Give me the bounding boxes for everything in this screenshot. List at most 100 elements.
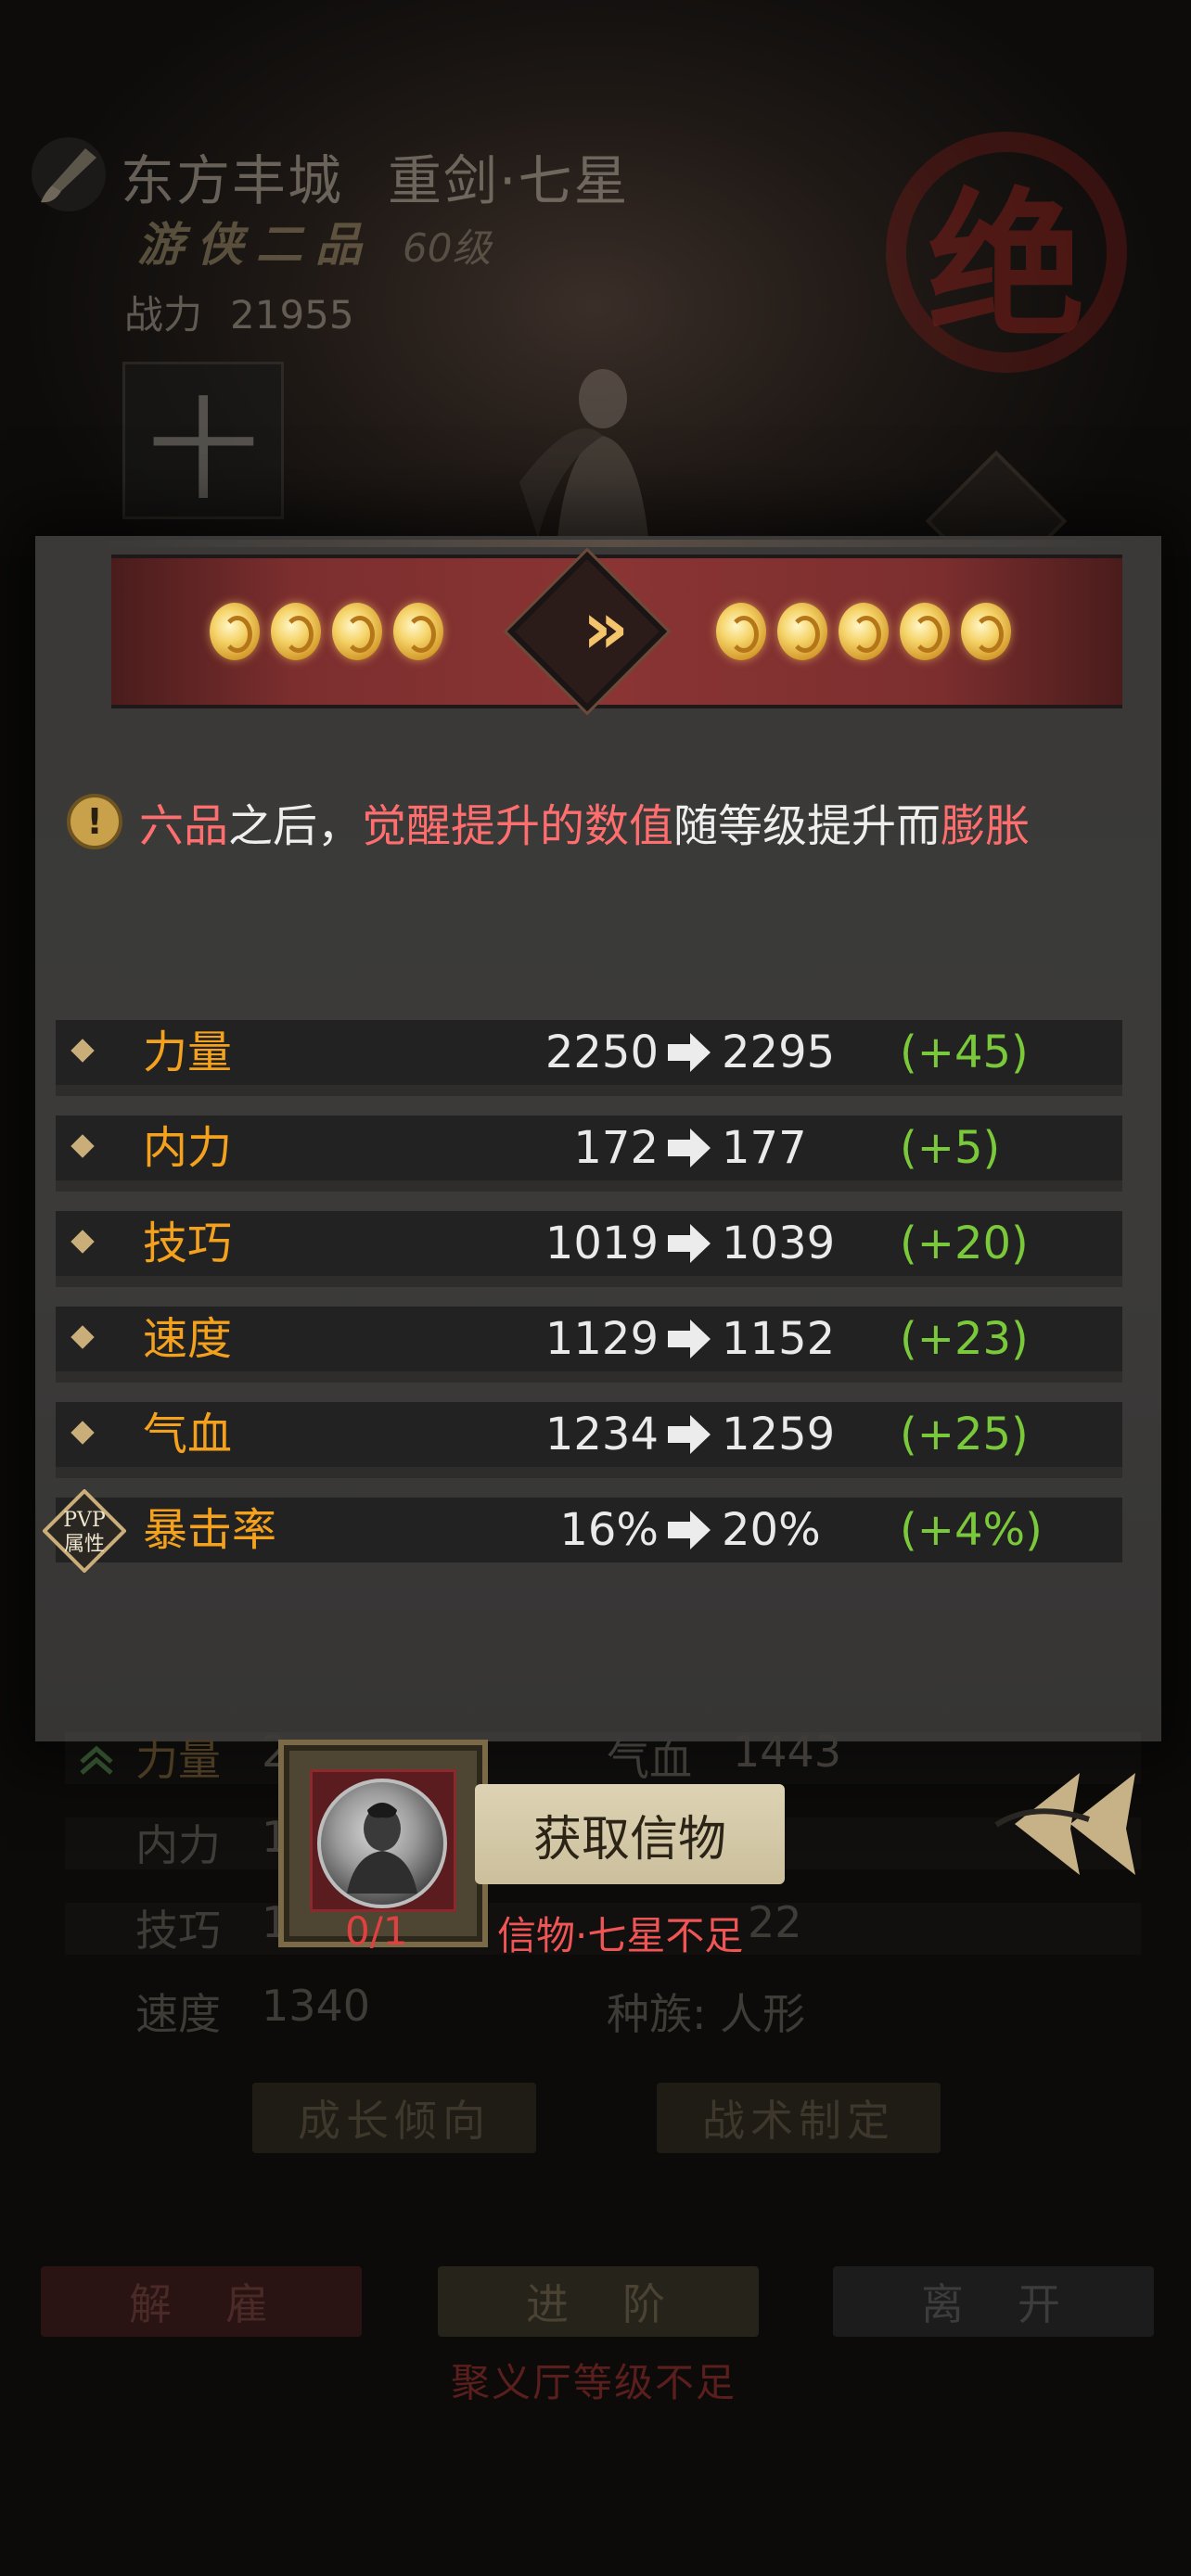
rank-label: 游侠二品 (137, 217, 375, 272)
character-name: 重剑·七星 (388, 149, 630, 212)
pvp-badge-icon: PVP 属性 (43, 1489, 126, 1573)
awaken-star-icon (271, 603, 321, 660)
plus-icon: 十 (147, 387, 259, 516)
awaken-star-icon (393, 603, 443, 660)
stat-current: 1234 (544, 1409, 659, 1460)
token-avatar-icon (317, 1779, 447, 1908)
stat-current: 1129 (544, 1313, 659, 1365)
pvp-badge-line1: PVP (63, 1509, 106, 1532)
awaken-star-icon (332, 603, 382, 660)
stat-row-crit-rate: 暴击率 16% 20% (+4%) (56, 1498, 1122, 1562)
stat-row-hp: 气血 1234 1259 (+25) (56, 1402, 1122, 1467)
stat-current: 172 (573, 1122, 659, 1174)
token-count: 0/1 (345, 1908, 408, 1954)
stat-current: 16% (559, 1504, 659, 1556)
stat-name: 气血 (143, 1409, 233, 1460)
notice-part-5: 膨胀 (941, 800, 1031, 852)
right-arrow-icon (668, 1415, 711, 1454)
grade-seal-char: 绝 (927, 173, 1085, 359)
bg-race-label: 种族: 人形 (607, 1989, 806, 2039)
awaken-star-icon (961, 603, 1011, 660)
row-separator (56, 1276, 1122, 1287)
diamond-bullet-icon (70, 1039, 95, 1063)
right-arrow-icon (668, 1033, 711, 1072)
bg-hp-value: 1443 (733, 1727, 842, 1777)
grade-seal-icon: 绝 (886, 132, 1127, 373)
notice-part-3: 觉醒提升的数值 (362, 800, 674, 852)
requirement-warning: 聚义厅等级不足 (451, 2360, 737, 2405)
right-arrow-icon (668, 1129, 711, 1167)
tactics-button[interactable]: 战术制定 (657, 2083, 941, 2153)
banner-divider (100, 540, 1130, 547)
stat-next: 2295 (722, 1027, 836, 1078)
stat-name: 速度 (143, 1313, 233, 1365)
stat-current: 2250 (544, 1027, 659, 1078)
awaken-star-icon (210, 603, 260, 660)
exclamation-icon: ! (67, 794, 122, 849)
stat-row-skill: 技巧 1019 1039 (+20) (56, 1211, 1122, 1276)
row-separator (56, 1371, 1122, 1383)
stat-row-inner-power: 内力 172 177 (+5) (56, 1116, 1122, 1180)
growth-tendency-button[interactable]: 成长倾向 (252, 2083, 536, 2153)
chevron-up-icon (80, 1745, 113, 1775)
bg-hp-label: 气血 (607, 1735, 692, 1785)
equip-slot-button[interactable]: 十 (122, 362, 284, 519)
diamond-bullet-icon (70, 1230, 95, 1254)
power-value: 21955 (230, 292, 354, 338)
stat-next: 1259 (722, 1409, 836, 1460)
notice-part-1: 六品 (139, 800, 229, 852)
character-title: 东方丰城 重剑·七星 (121, 137, 629, 215)
awaken-star-icon (716, 603, 766, 660)
diamond-bullet-icon (70, 1134, 95, 1158)
stat-name: 暴击率 (143, 1504, 277, 1556)
bg-speed-label: 速度 (135, 1989, 221, 2039)
stat-next: 177 (722, 1122, 807, 1174)
stat-next: 20% (722, 1504, 821, 1556)
brush-icon (32, 137, 106, 211)
combat-power: 战力 21955 (124, 284, 354, 340)
row-separator (56, 1467, 1122, 1478)
double-chevron-left-icon[interactable] (978, 1764, 1145, 1884)
notice-part-2: 之后， (228, 800, 363, 852)
pvp-badge-line2: 属性 (64, 1533, 105, 1556)
awaken-star-icon (900, 603, 950, 660)
dismiss-button[interactable]: 解 雇 (41, 2266, 362, 2337)
notice-part-4: 随等级提升而 (673, 800, 941, 852)
stat-row-strength: 力量 2250 2295 (+45) (56, 1020, 1122, 1085)
diamond-bullet-icon (70, 1421, 95, 1445)
stat-name: 力量 (143, 1027, 233, 1078)
diamond-bullet-icon (70, 1325, 95, 1349)
bg-third-right-value: 22 (748, 1897, 802, 1947)
stat-current: 1019 (544, 1218, 659, 1269)
bg-skill-label: 技巧 (135, 1906, 221, 1956)
stat-next: 1152 (722, 1313, 836, 1365)
power-label: 战力 (124, 292, 203, 338)
city-name: 东方丰城 (121, 149, 344, 212)
stat-diff: (+45) (900, 1027, 1029, 1078)
right-arrow-icon (668, 1224, 711, 1263)
character-portrait (519, 352, 686, 547)
bg-inner-label: 内力 (135, 1820, 221, 1870)
bg-strength-label: 力量 (135, 1735, 221, 1785)
stat-diff: (+4%) (900, 1504, 1043, 1556)
row-separator (56, 1085, 1122, 1096)
stat-diff: (+20) (900, 1218, 1029, 1269)
level-label: 60级 (403, 225, 492, 271)
get-token-button[interactable]: 获取信物 (475, 1784, 785, 1884)
token-lack-message: 信物·七星不足 (497, 1913, 744, 1958)
stat-next: 1039 (722, 1218, 836, 1269)
leave-button[interactable]: 离 开 (833, 2266, 1154, 2337)
bg-speed-value: 1340 (262, 1981, 371, 2031)
stat-name: 技巧 (143, 1218, 233, 1269)
double-arrow-icon: » (582, 587, 629, 670)
right-arrow-icon (668, 1320, 711, 1358)
awaken-star-icon (777, 603, 827, 660)
awaken-star-icon (839, 603, 889, 660)
stat-diff: (+23) (900, 1313, 1029, 1365)
stat-name: 内力 (143, 1122, 233, 1174)
stat-diff: (+25) (900, 1409, 1029, 1460)
stat-row-speed: 速度 1129 1152 (+23) (56, 1307, 1122, 1371)
awaken-notice: ! 六品 之后， 觉醒提升的数值 随等级提升而 膨胀 (67, 794, 1030, 852)
stat-diff: (+5) (900, 1122, 1001, 1174)
advance-button[interactable]: 进 阶 (438, 2266, 759, 2337)
